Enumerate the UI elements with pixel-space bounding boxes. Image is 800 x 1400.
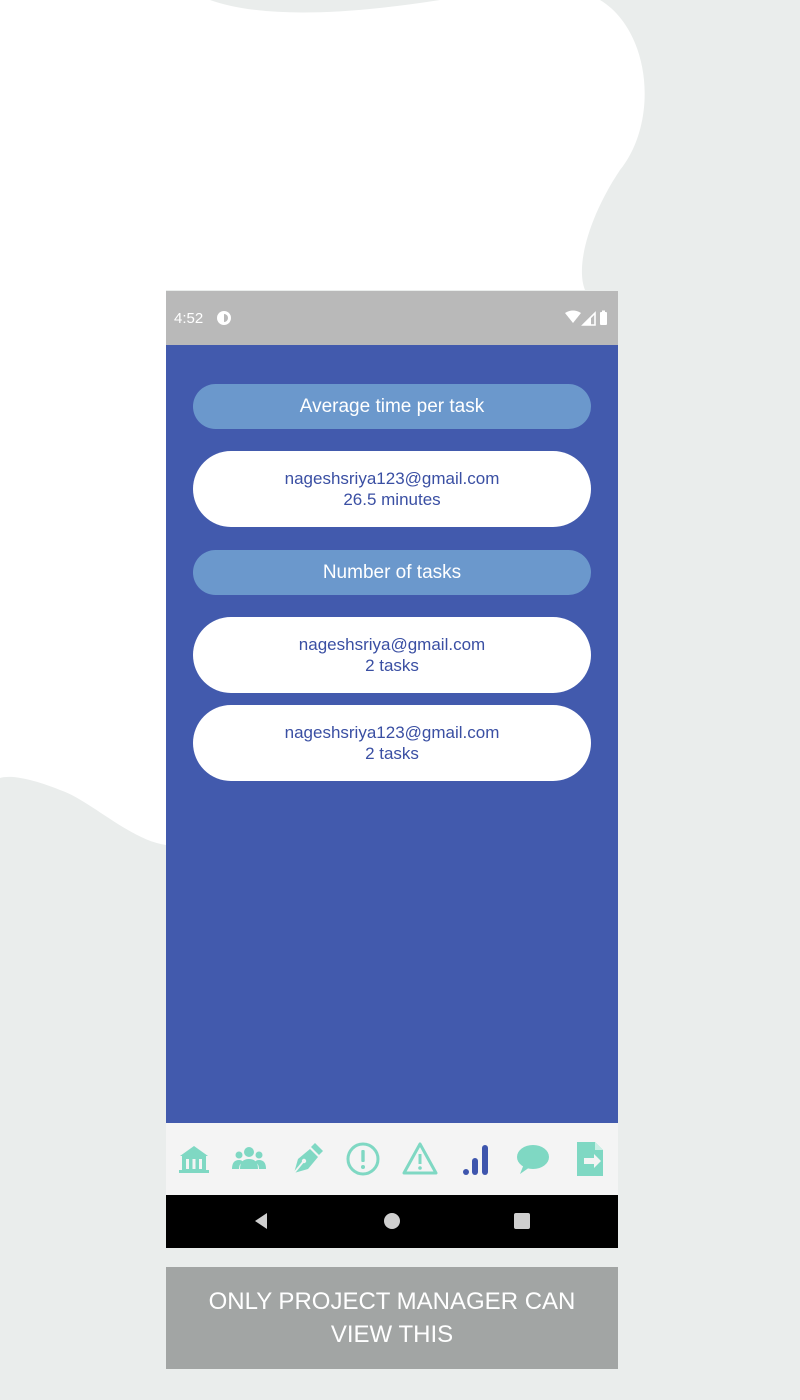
warning-triangle-icon[interactable] <box>402 1141 438 1177</box>
system-navigation-bar <box>166 1195 618 1248</box>
user-email: nageshsriya@gmail.com <box>298 635 486 654</box>
task-count-value: 2 tasks <box>365 656 419 675</box>
home-icon[interactable] <box>176 1141 212 1177</box>
home-circle-icon[interactable] <box>383 1212 401 1230</box>
chat-icon[interactable] <box>515 1141 551 1177</box>
task-count-card[interactable]: nageshsriya123@gmail.com 2 tasks <box>193 705 591 781</box>
team-icon[interactable] <box>231 1141 267 1177</box>
task-count-card[interactable]: nageshsriya@gmail.com 2 tasks <box>193 617 591 693</box>
pen-icon[interactable] <box>288 1141 324 1177</box>
bar-chart-icon[interactable] <box>459 1141 495 1177</box>
status-icons <box>565 310 607 326</box>
notice-text: ONLY PROJECT MANAGER CAN VIEW THIS <box>208 1288 576 1348</box>
main-content: Average time per task nageshsriya123@gma… <box>166 345 618 1123</box>
status-time: 4:52 <box>174 310 204 327</box>
user-email: nageshsriya123@gmail.com <box>284 469 500 488</box>
average-time-value: 26.5 minutes <box>343 490 441 509</box>
average-time-card[interactable]: nageshsriya123@gmail.com 26.5 minutes <box>193 451 591 527</box>
notice-banner: ONLY PROJECT MANAGER CAN VIEW THIS <box>166 1267 618 1369</box>
number-of-tasks-header: Number of tasks <box>193 550 591 595</box>
bottom-navigation <box>166 1123 618 1195</box>
task-count-value: 2 tasks <box>365 744 419 763</box>
status-bar: 4:52 <box>166 291 618 345</box>
document-icon[interactable] <box>572 1141 608 1177</box>
average-time-header: Average time per task <box>193 384 591 429</box>
circle-app-icon <box>217 311 231 325</box>
recents-square-icon[interactable] <box>513 1212 531 1230</box>
user-email: nageshsriya123@gmail.com <box>284 723 500 742</box>
wifi-icon <box>565 310 581 323</box>
alert-circle-icon[interactable] <box>345 1141 381 1177</box>
phone-frame: 4:52 Average time per task nageshsriya12… <box>166 291 618 1248</box>
back-icon[interactable] <box>253 1212 269 1230</box>
battery-icon <box>600 312 607 325</box>
